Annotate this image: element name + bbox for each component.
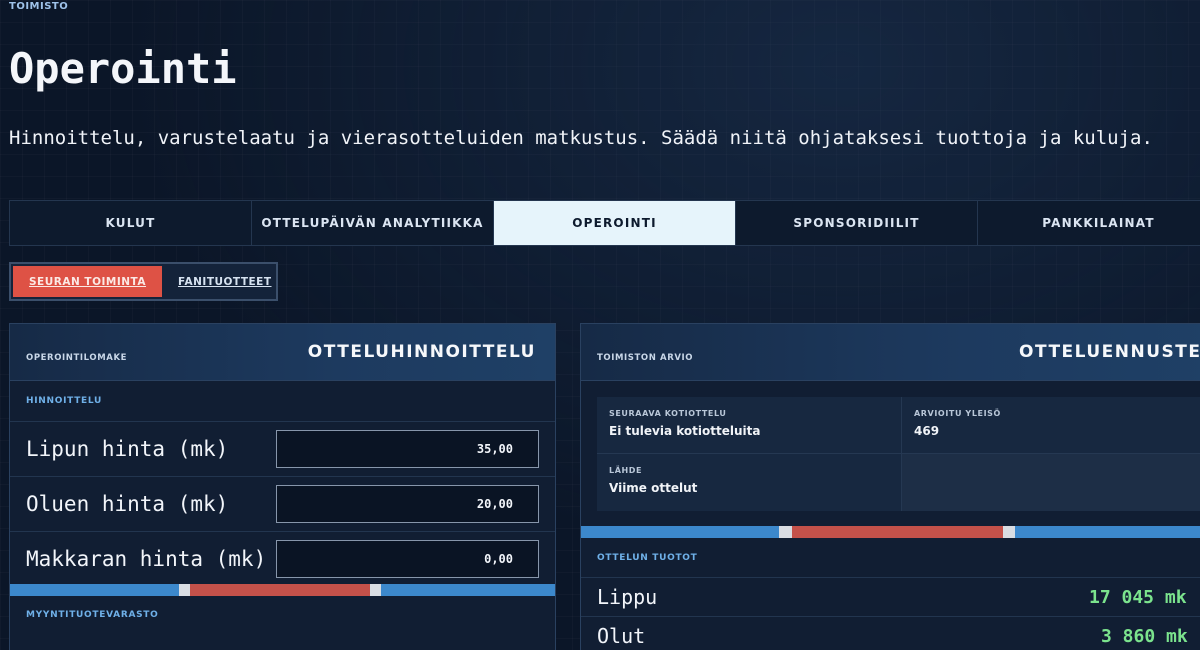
sausage-price-input[interactable]: 0,00 xyxy=(276,540,539,578)
ticket-price-row: Lipun hinta (mk) 35,00 xyxy=(10,421,555,476)
attendance-value: 469 xyxy=(914,424,940,438)
source-value: Viime ottelut xyxy=(609,481,698,495)
page-description: Hinnoittelu, varustelaatu ja vierasottel… xyxy=(9,127,1153,149)
panel-heading: OTTELUENNUSTE xyxy=(1019,342,1200,362)
panel-heading: OTTELUHINNOITTELU xyxy=(307,342,536,362)
section-label-inventory: MYYNTITUOTEVARASTO xyxy=(26,609,159,620)
tab-sponsoridiilit[interactable]: SPONSORIDIILIT xyxy=(736,201,978,245)
match-pricing-panel: OPEROINTILOMAKE OTTELUHINNOITTELU HINNOI… xyxy=(9,323,556,650)
tab-operointi[interactable]: OPEROINTI xyxy=(494,201,736,245)
sausage-price-row: Makkaran hinta (mk) 0,00 xyxy=(10,531,555,586)
decorative-stripe xyxy=(581,526,1200,538)
beer-price-input[interactable]: 20,00 xyxy=(276,485,539,523)
match-forecast-panel: TOIMISTON ARVIO OTTELUENNUSTE SEURAAVA K… xyxy=(580,323,1200,650)
revenue-row-ticket: Lippu 17 045 mk xyxy=(581,577,1200,616)
decorative-stripe xyxy=(10,584,555,596)
beer-price-label: Oluen hinta (mk) xyxy=(26,492,229,516)
revenue-value-beer: 3 860 mk xyxy=(1101,625,1188,647)
subtab-seuran-toiminta[interactable]: SEURAN TOIMINTA xyxy=(13,266,163,297)
ticket-price-input[interactable]: 35,00 xyxy=(276,430,539,468)
source-cell: LÄHDE Viime ottelut xyxy=(597,454,901,511)
beer-price-row: Oluen hinta (mk) 20,00 xyxy=(10,476,555,531)
panel-kicker: OPEROINTILOMAKE xyxy=(26,353,128,363)
ticket-price-label: Lipun hinta (mk) xyxy=(26,437,229,461)
tab-kulut[interactable]: KULUT xyxy=(10,201,252,245)
source-label: LÄHDE xyxy=(609,466,643,475)
tab-pankkilainat[interactable]: PANKKILAINAT xyxy=(978,201,1200,245)
revenue-label-beer: Olut xyxy=(597,624,646,648)
tab-ottelupaivan-analytiikka[interactable]: OTTELUPÄIVÄN ANALYTIIKKA xyxy=(252,201,494,245)
sub-tabs: SEURAN TOIMINTA FANITUOTTEET xyxy=(9,262,278,301)
next-home-match-label: SEURAAVA KOTIOTTELU xyxy=(609,409,727,418)
revenue-value-ticket: 17 045 mk xyxy=(1089,586,1187,608)
panel-header: TOIMISTON ARVIO OTTELUENNUSTE xyxy=(581,324,1200,381)
section-label-pricing: HINNOITTELU xyxy=(26,396,102,406)
panel-kicker: TOIMISTON ARVIO xyxy=(597,353,694,363)
section-label-revenue: OTTELUN TUOTOT xyxy=(597,552,698,563)
next-home-match-cell: SEURAAVA KOTIOTTELU Ei tulevia kotiottel… xyxy=(597,397,901,453)
main-tabs: KULUT OTTELUPÄIVÄN ANALYTIIKKA OPEROINTI… xyxy=(9,200,1200,246)
attendance-label: ARVIOITU YLEISÖ xyxy=(914,409,1001,418)
attendance-cell: ARVIOITU YLEISÖ 469 xyxy=(902,397,1200,453)
revenue-label-ticket: Lippu xyxy=(597,585,658,609)
empty-cell xyxy=(902,454,1200,511)
forecast-info-grid: SEURAAVA KOTIOTTELU Ei tulevia kotiottel… xyxy=(597,397,1200,511)
subtab-fanituotteet[interactable]: FANITUOTTEET xyxy=(176,276,273,288)
eyebrow-label: TOIMISTO xyxy=(9,1,69,12)
revenue-row-beer: Olut 3 860 mk xyxy=(581,616,1200,650)
panel-header: OPEROINTILOMAKE OTTELUHINNOITTELU xyxy=(10,324,555,381)
page-title: Operointi xyxy=(9,44,237,93)
sausage-price-label: Makkaran hinta (mk) xyxy=(26,547,267,571)
next-home-match-value: Ei tulevia kotiotteluita xyxy=(609,424,761,438)
